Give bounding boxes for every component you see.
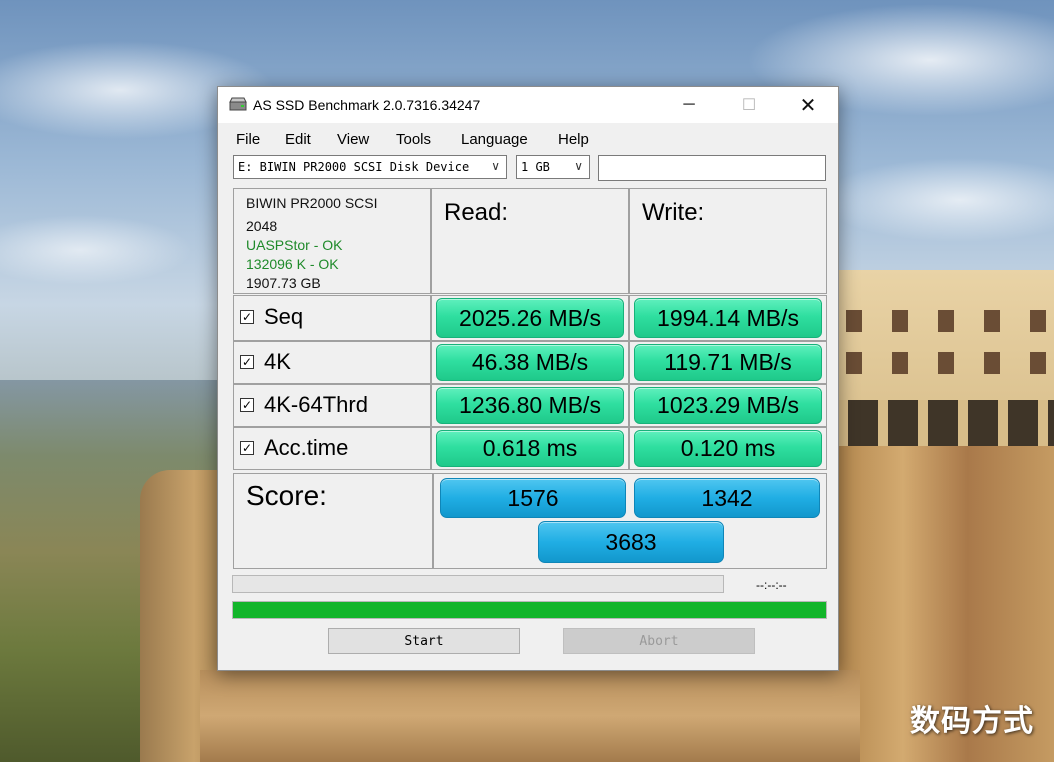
score-label-panel: Score: (233, 473, 433, 569)
test-seq-label: Seq (264, 304, 304, 329)
as-ssd-window: AS SSD Benchmark 2.0.7316.34247 ─ ☐ ✕ Fi… (217, 86, 839, 671)
test-4k-checkbox[interactable]: ✓ (240, 355, 254, 369)
test-row-seq: ✓ Seq (233, 295, 431, 341)
device-info-panel: BIWIN PR2000 SCSI 2048 UASPStor - OK 132… (233, 188, 431, 294)
window-title: AS SSD Benchmark 2.0.7316.34247 (253, 97, 481, 113)
title-bar[interactable]: AS SSD Benchmark 2.0.7316.34247 ─ ☐ ✕ (218, 87, 838, 123)
menu-help[interactable]: Help (558, 131, 589, 148)
menu-tools[interactable]: Tools (396, 131, 431, 148)
test-size-select[interactable]: 1 GB ∨ (516, 155, 590, 179)
close-button[interactable]: ✕ (779, 87, 837, 123)
acc-time-read-result: 0.618 ms (436, 430, 624, 467)
4k-read-result: 46.38 MB/s (436, 344, 624, 381)
test-4k-64thrd-label-group[interactable]: ✓ 4K-64Thrd (240, 392, 368, 418)
drive-select-value: E: BIWIN PR2000 SCSI Disk Device (238, 160, 470, 174)
4k-64thrd-write-result: 1023.29 MB/s (634, 387, 822, 424)
test-acc-time-label: Acc.time (264, 435, 349, 460)
test-4k-label-group[interactable]: ✓ 4K (240, 349, 291, 375)
test-4k-label: 4K (264, 349, 291, 374)
overall-progress-fill (233, 602, 826, 618)
current-test-progress-bar (232, 575, 724, 593)
menu-file[interactable]: File (236, 131, 260, 148)
alignment-status: 132096 K - OK (246, 256, 339, 272)
seq-read-result: 2025.26 MB/s (436, 298, 624, 338)
seq-write-result: 1994.14 MB/s (634, 298, 822, 338)
drive-select[interactable]: E: BIWIN PR2000 SCSI Disk Device ∨ (233, 155, 507, 179)
test-acc-time-checkbox[interactable]: ✓ (240, 441, 254, 455)
test-acc-time-label-group[interactable]: ✓ Acc.time (240, 435, 348, 461)
test-seq-checkbox[interactable]: ✓ (240, 310, 254, 324)
test-row-acc-time: ✓ Acc.time (233, 427, 431, 470)
start-button[interactable]: Start (328, 628, 520, 654)
device-block: 2048 (246, 218, 278, 234)
read-header-panel: Read: (431, 188, 629, 294)
desktop-cliff-bottom (200, 670, 860, 762)
read-column-header: Read: (444, 199, 509, 226)
test-size-value: 1 GB (521, 160, 550, 174)
menu-language[interactable]: Language (461, 131, 528, 148)
maximize-button[interactable]: ☐ (720, 87, 778, 123)
test-4k-64thrd-label: 4K-64Thrd (264, 392, 368, 417)
status-field (598, 155, 826, 181)
test-seq-label-group[interactable]: ✓ Seq (240, 304, 303, 330)
write-header-panel: Write: (629, 188, 827, 294)
test-row-4k-64thrd: ✓ 4K-64Thrd (233, 384, 431, 427)
chevron-down-icon: ∨ (574, 159, 583, 173)
abort-button[interactable]: Abort (563, 628, 755, 654)
menu-view[interactable]: View (337, 131, 369, 148)
4k-write-result: 119.71 MB/s (634, 344, 822, 381)
building-windows-row (846, 310, 1046, 332)
overall-progress-bar (232, 601, 827, 619)
building-windows-row (846, 352, 1046, 374)
test-4k-64thrd-checkbox[interactable]: ✓ (240, 398, 254, 412)
write-column-header: Write: (642, 199, 705, 226)
disk-drive-icon (229, 97, 247, 111)
score-label: Score: (246, 480, 327, 511)
minimize-button[interactable]: ─ (660, 87, 718, 123)
4k-64thrd-read-result: 1236.80 MB/s (436, 387, 624, 424)
elapsed-time: --:--:-- (756, 578, 787, 592)
chevron-down-icon: ∨ (491, 159, 500, 173)
menu-bar: File Edit View Tools Language Help (218, 127, 838, 153)
test-row-4k: ✓ 4K (233, 341, 431, 384)
device-capacity: 1907.73 GB (246, 275, 321, 291)
menu-edit[interactable]: Edit (285, 131, 311, 148)
watermark: 数码方式 (910, 704, 1034, 739)
desktop-arches (838, 400, 1054, 446)
score-write: 1342 (634, 478, 820, 518)
score-total: 3683 (538, 521, 724, 563)
score-read: 1576 (440, 478, 626, 518)
device-name: BIWIN PR2000 SCSI (246, 195, 378, 211)
driver-status: UASPStor - OK (246, 237, 343, 253)
acc-time-write-result: 0.120 ms (634, 430, 822, 467)
